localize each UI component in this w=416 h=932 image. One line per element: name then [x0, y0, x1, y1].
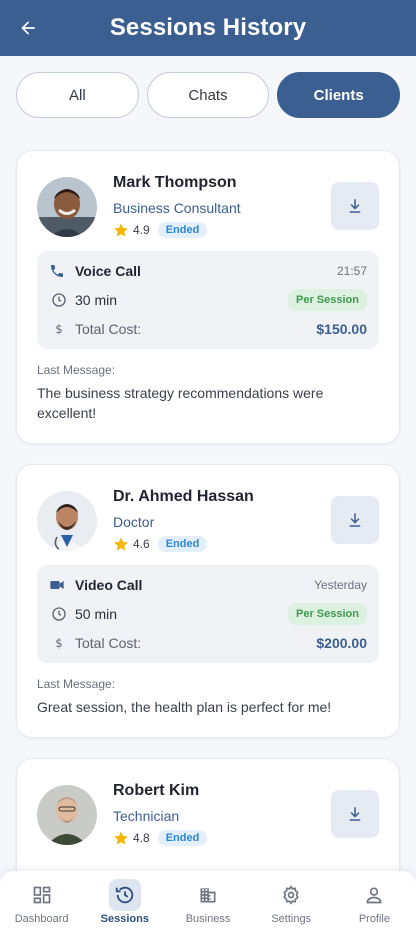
rating-value: 4.8	[133, 831, 150, 845]
gear-icon	[283, 885, 299, 905]
building-icon	[200, 888, 216, 903]
filter-tabs: All Chats Clients	[16, 72, 401, 118]
session-card[interactable]: Dr. Ahmed Hassan Doctor 4.6 Ended Video …	[16, 464, 400, 738]
tab-chats[interactable]: Chats	[146, 72, 270, 118]
call-details-panel: Video Call Yesterday 50 min Per Session …	[37, 565, 379, 663]
last-message: Great session, the health plan is perfec…	[37, 699, 332, 715]
nav-business[interactable]: Business	[166, 871, 249, 932]
plan-badge: Per Session	[288, 289, 367, 311]
status-badge: Ended	[157, 222, 208, 238]
nav-label: Sessions	[100, 913, 149, 925]
clock-icon	[52, 607, 66, 621]
last-message-label: Last Message:	[37, 363, 116, 377]
session-card[interactable]: Mark Thompson Business Consultant 4.9 En…	[16, 150, 400, 444]
tab-clients[interactable]: Clients	[277, 72, 401, 118]
video-camera-icon	[50, 581, 64, 589]
call-type: Voice Call	[75, 263, 141, 279]
download-button[interactable]	[331, 182, 379, 230]
nav-label: Business	[185, 913, 231, 925]
arrow-left-icon	[21, 21, 35, 35]
status-badge: Ended	[157, 830, 208, 846]
avatar	[37, 491, 97, 551]
page-title: Sessions History	[109, 14, 307, 41]
dashboard-icon	[33, 886, 50, 904]
phone-icon	[51, 265, 63, 277]
download-icon	[349, 199, 361, 213]
download-icon	[349, 513, 361, 527]
nav-profile[interactable]: Profile	[333, 871, 416, 932]
nav-dashboard[interactable]: Dashboard	[0, 871, 83, 932]
cost-label: Total Cost:	[75, 321, 142, 337]
dollar-icon: $	[55, 322, 62, 336]
app-bar: Sessions History	[0, 0, 416, 56]
download-icon	[349, 807, 361, 821]
back-button[interactable]	[16, 16, 40, 40]
nav-label: Settings	[271, 913, 312, 925]
plan-badge: Per Session	[288, 603, 367, 625]
nav-label: Profile	[358, 913, 390, 925]
rating-value: 4.6	[133, 537, 150, 551]
session-duration: 50 min	[75, 606, 118, 622]
call-type: Video Call	[75, 577, 143, 593]
session-duration: 30 min	[75, 292, 118, 308]
svg-text:$: $	[55, 322, 62, 336]
session-time: 21:57	[336, 264, 367, 278]
download-button[interactable]	[331, 790, 379, 838]
dollar-icon: $	[55, 636, 62, 650]
star-icon	[114, 537, 128, 551]
session-time: Yesterday	[314, 578, 367, 592]
avatar	[37, 177, 97, 237]
cost-label: Total Cost:	[75, 635, 142, 651]
nav-label: Dashboard	[14, 913, 69, 925]
last-message-label: Last Message:	[37, 677, 116, 691]
clock-icon	[52, 293, 66, 307]
history-icon	[115, 886, 134, 904]
total-cost: $200.00	[316, 635, 367, 651]
rating-value: 4.9	[133, 223, 150, 237]
star-icon	[114, 831, 128, 845]
nav-settings[interactable]: Settings	[250, 871, 333, 932]
star-icon	[114, 223, 128, 237]
total-cost: $150.00	[316, 321, 367, 337]
call-details-panel: Voice Call 21:57 30 min Per Session $ To…	[37, 251, 379, 349]
download-button[interactable]	[331, 496, 379, 544]
person-icon	[366, 887, 382, 904]
nav-sessions[interactable]: Sessions	[83, 871, 166, 932]
status-badge: Ended	[157, 536, 208, 552]
sessions-list[interactable]: Mark Thompson Business Consultant 4.9 En…	[16, 150, 400, 932]
avatar	[37, 785, 97, 845]
bottom-navigation: Dashboard Sessions Business Settings Pro…	[0, 871, 416, 932]
svg-text:$: $	[55, 636, 62, 650]
tab-all[interactable]: All	[16, 72, 139, 118]
last-message: The business strategy recommendations we…	[37, 385, 324, 421]
